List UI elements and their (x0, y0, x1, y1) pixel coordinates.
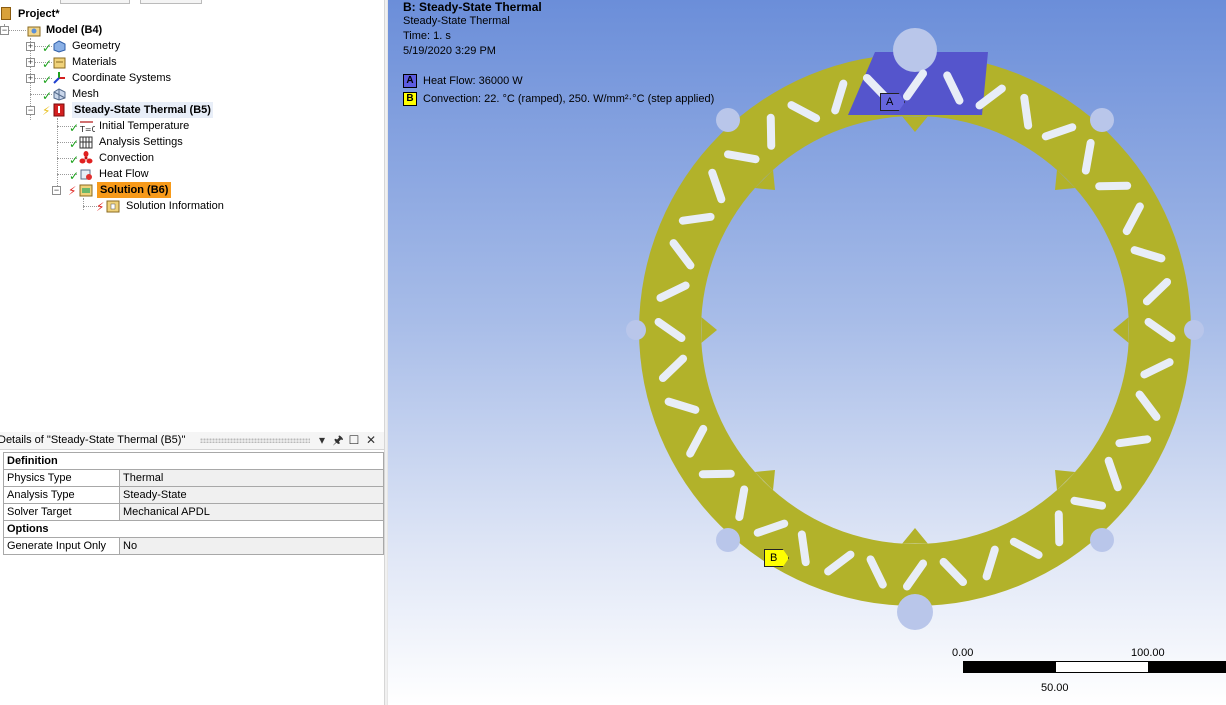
left-panel: Project* − Model (B4) + ✓ Geometry + ✓ M… (0, 0, 384, 705)
tree-label: Solution (B6) (97, 182, 172, 198)
tab-strip-segment[interactable] (60, 0, 130, 4)
cooling-slot (1054, 510, 1064, 547)
property-value[interactable]: Mechanical APDL (119, 503, 384, 521)
details-panel: Details of "Steady-State Thermal (B5)" ▾… (0, 432, 384, 555)
convection-fan-icon (79, 151, 93, 165)
tab-strip-segment[interactable] (140, 0, 202, 4)
solution-icon (79, 183, 93, 197)
project-icon (1, 7, 11, 20)
expand-icon[interactable]: + (26, 58, 35, 67)
details-table: Definition Physics Type Thermal Analysis … (3, 452, 384, 555)
status-check-icon: ✓ (42, 41, 53, 55)
close-icon[interactable]: ✕ (364, 432, 378, 449)
property-value[interactable]: No (119, 537, 384, 555)
initial-temperature-icon: T=0 (79, 119, 97, 134)
expand-icon[interactable]: + (26, 42, 35, 51)
property-key: Analysis Type (3, 486, 120, 504)
tree-label: Project* (18, 8, 60, 20)
tree-label: Analysis Settings (99, 136, 183, 148)
model-geometry[interactable] (388, 0, 1226, 705)
analysis-settings-icon (79, 135, 93, 149)
details-title-bar: Details of "Steady-State Thermal (B5)" ▾… (0, 432, 384, 450)
group-label: Options (3, 520, 384, 538)
tree-label: Materials (72, 56, 117, 68)
table-row[interactable]: Solver Target Mechanical APDL (3, 503, 384, 521)
cooling-slot (698, 469, 735, 479)
coordinate-system-icon (52, 71, 66, 85)
lightning-icon: ⚡ (42, 104, 51, 118)
status-check-icon: ✓ (42, 57, 53, 71)
scale-label-right: 100.00 (1131, 647, 1165, 659)
group-header-definition[interactable]: Definition (3, 452, 384, 470)
status-check-icon: ✓ (69, 137, 80, 151)
status-check-icon: ✓ (42, 73, 53, 87)
thermal-analysis-icon (52, 103, 66, 117)
drag-grip[interactable] (200, 438, 310, 443)
tree-label: Model (B4) (46, 24, 103, 36)
tree-label: Convection (99, 152, 155, 164)
heat-flow-icon (79, 167, 93, 181)
model-icon (27, 23, 41, 37)
collapse-icon[interactable]: − (0, 26, 9, 35)
expand-icon[interactable]: + (26, 74, 35, 83)
cooling-slot (1095, 181, 1132, 191)
tab-strip (0, 0, 384, 4)
tree-label: Steady-State Thermal (B5) (72, 102, 213, 118)
property-key: Physics Type (3, 469, 120, 487)
tree-label: Initial Temperature (99, 120, 190, 132)
group-header-options[interactable]: Options (3, 520, 384, 538)
tree-label: Solution Information (126, 200, 224, 212)
property-value[interactable]: Thermal (119, 469, 384, 487)
tree-label: Geometry (72, 40, 121, 52)
status-check-icon: ✓ (69, 153, 80, 167)
tree-label: Mesh (72, 88, 99, 100)
pin-icon[interactable]: 🖈 (331, 432, 345, 449)
collapse-icon[interactable]: − (52, 186, 61, 195)
tree-label: Coordinate Systems (72, 72, 172, 84)
lightning-icon: ⚡ (96, 200, 105, 214)
cooling-slot (766, 113, 776, 150)
solution-information-icon (106, 199, 120, 213)
lightning-icon: ⚡ (68, 184, 77, 198)
details-title: Details of "Steady-State Thermal (B5)" (0, 434, 186, 446)
status-check-icon: ✓ (42, 89, 53, 103)
scale-bar (963, 661, 1226, 673)
graphics-viewport[interactable]: B: Steady-State Thermal Steady-State The… (388, 0, 1226, 705)
property-key: Solver Target (3, 503, 120, 521)
rotor-ring[interactable] (639, 54, 1191, 606)
tree-label: Heat Flow (99, 168, 149, 180)
maximize-icon[interactable]: ☐ (347, 432, 361, 449)
scale-label-left: 0.00 (952, 647, 974, 659)
initial-temperature-icon-text: T=0 (79, 125, 95, 133)
collapse-icon[interactable]: − (26, 106, 35, 115)
property-value[interactable]: Steady-State (119, 486, 384, 504)
table-row[interactable]: Physics Type Thermal (3, 469, 384, 487)
geometry-icon (52, 39, 66, 53)
dropdown-arrow-icon[interactable]: ▾ (315, 432, 329, 449)
property-key: Generate Input Only (3, 537, 120, 555)
status-check-icon: ✓ (69, 169, 80, 183)
table-row[interactable]: Analysis Type Steady-State (3, 486, 384, 504)
group-label: Definition (3, 452, 384, 470)
table-row[interactable]: Generate Input Only No (3, 537, 384, 555)
materials-icon (52, 55, 66, 69)
status-check-icon: ✓ (69, 121, 80, 135)
mesh-icon (52, 87, 66, 101)
scale-label-middle: 50.00 (1041, 682, 1069, 694)
